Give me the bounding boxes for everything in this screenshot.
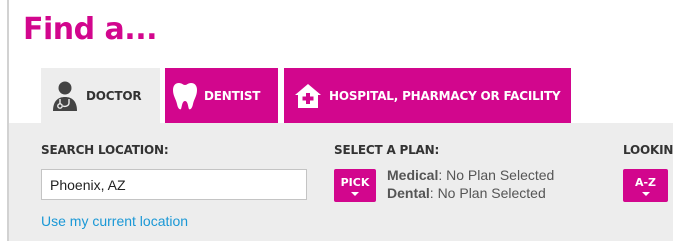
tab-hospital-pharmacy-facility[interactable]: HOSPITAL, PHARMACY OR FACILITY bbox=[284, 68, 571, 124]
tab-doctor-label: DOCTOR bbox=[86, 89, 142, 103]
looking-for-label: LOOKING bbox=[623, 143, 673, 157]
select-plan-label: SELECT A PLAN: bbox=[334, 143, 440, 157]
dental-plan-value: : No Plan Selected bbox=[429, 185, 546, 201]
medical-plan-value: : No Plan Selected bbox=[438, 167, 555, 183]
a-z-button-label: A-Z bbox=[634, 175, 657, 189]
tab-dentist-label: DENTIST bbox=[204, 89, 261, 103]
medical-plan-status: Medical: No Plan Selected bbox=[387, 167, 554, 183]
tab-doctor[interactable]: DOCTOR bbox=[41, 68, 160, 124]
medical-label: Medical bbox=[387, 167, 439, 183]
dental-plan-status: Dental: No Plan Selected bbox=[387, 185, 546, 201]
use-current-location-link[interactable]: Use my current location bbox=[41, 213, 188, 229]
caret-down-icon bbox=[351, 191, 359, 196]
tab-dentist[interactable]: DENTIST bbox=[165, 68, 278, 124]
doctor-icon bbox=[51, 81, 79, 111]
tooth-icon bbox=[173, 82, 197, 110]
search-location-label: SEARCH LOCATION: bbox=[41, 143, 169, 157]
pick-plan-button[interactable]: PICK bbox=[334, 169, 376, 202]
a-z-button[interactable]: A-Z bbox=[623, 169, 668, 202]
find-a-widget: Find a... DOCTOR DENTIST HOSPITAL, PHARM… bbox=[7, 0, 673, 241]
hospital-icon bbox=[294, 83, 322, 109]
search-location-input[interactable] bbox=[41, 169, 307, 200]
caret-down-icon bbox=[641, 191, 650, 196]
page-title: Find a... bbox=[23, 12, 158, 47]
dental-label: Dental bbox=[387, 185, 430, 201]
tab-facility-label: HOSPITAL, PHARMACY OR FACILITY bbox=[329, 89, 561, 103]
search-panel: SEARCH LOCATION: Use my current location… bbox=[9, 123, 673, 241]
pick-plan-button-label: PICK bbox=[340, 175, 370, 189]
